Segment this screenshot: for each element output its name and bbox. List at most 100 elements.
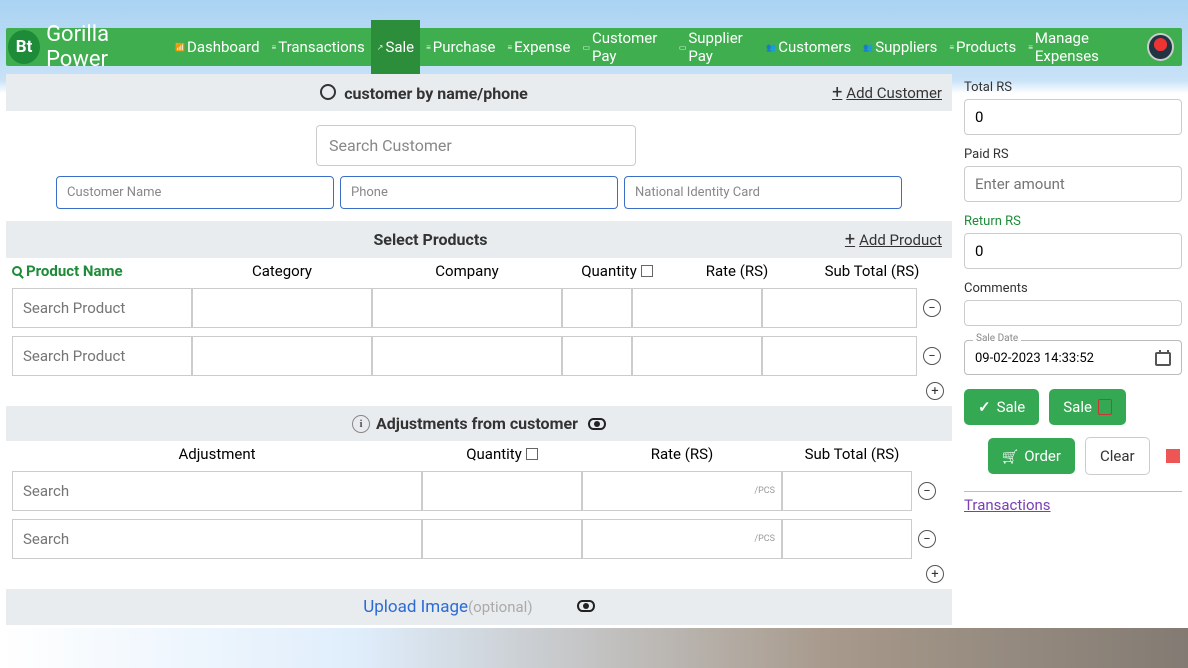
nav-suppliers[interactable]: 👥Suppliers: [857, 20, 943, 74]
search-icon: [12, 266, 22, 276]
total-label: Total RS: [964, 80, 1182, 95]
top-navbar: Bt Gorilla Power 📶Dashboard ≡Transaction…: [6, 28, 1182, 66]
product-row: −: [6, 284, 952, 332]
adjustment-rate-input[interactable]: [583, 472, 754, 510]
product-company-input[interactable]: [373, 289, 561, 327]
product-quantity-input[interactable]: [563, 289, 631, 327]
products-section-header: Select Products +Add Product: [6, 221, 952, 258]
paid-input[interactable]: [964, 166, 1182, 202]
col-rate: Rate (RS): [672, 262, 802, 280]
nav-customer-pay[interactable]: ▭Customer Pay: [576, 20, 672, 74]
calendar-icon[interactable]: [1155, 352, 1171, 366]
nav-sale[interactable]: ↗Sale: [371, 20, 420, 74]
adjustment-row: /PCS −: [6, 467, 952, 515]
adjustment-quantity-input[interactable]: [423, 472, 581, 510]
add-product-row-button[interactable]: +: [926, 382, 944, 400]
adjustment-quantity-input[interactable]: [423, 520, 581, 558]
product-quantity-input[interactable]: [563, 337, 631, 375]
clear-button[interactable]: Clear: [1085, 437, 1150, 475]
col-adj-rate: Rate (RS): [582, 445, 782, 463]
sale-date-field[interactable]: Sale Date 09-02-2023 14:33:52: [964, 340, 1182, 375]
upload-image-link[interactable]: Upload Image: [363, 597, 468, 617]
trend-icon: ↗: [377, 43, 384, 52]
list-icon: ≡: [949, 43, 954, 52]
plus-icon: +: [832, 82, 842, 103]
remove-row-button[interactable]: −: [923, 299, 941, 317]
search-customer-input[interactable]: [316, 125, 636, 166]
adjustment-rate-input[interactable]: [583, 520, 754, 558]
brand-title: Gorilla Power: [46, 22, 169, 72]
sale-date-legend: Sale Date: [973, 333, 1021, 344]
check-icon: [978, 398, 991, 416]
adjustment-search-input[interactable]: [13, 472, 421, 510]
avatar[interactable]: [1147, 33, 1174, 61]
sale-button[interactable]: Sale: [964, 389, 1039, 425]
customer-section-header: customer by name/phone +Add Customer: [6, 74, 952, 111]
eye-icon[interactable]: [577, 600, 595, 612]
unit-suffix: /PCS: [754, 534, 781, 544]
eye-icon[interactable]: [588, 418, 606, 430]
quantity-checkbox[interactable]: [526, 448, 538, 460]
product-subtotal-input[interactable]: [763, 337, 916, 375]
people-icon: 👥: [766, 43, 776, 52]
summary-panel: Total RS Paid RS Return RS Comments Sale…: [964, 74, 1182, 628]
list-icon: ≡: [1028, 43, 1033, 52]
total-input[interactable]: [964, 99, 1182, 135]
info-icon: i: [352, 415, 370, 433]
add-customer-link[interactable]: +Add Customer: [832, 82, 942, 103]
return-input[interactable]: [964, 233, 1182, 269]
box-icon: ▭: [679, 43, 687, 52]
transactions-link[interactable]: Transactions: [964, 496, 1182, 514]
customer-phone-input[interactable]: [340, 176, 618, 209]
remove-row-button[interactable]: −: [923, 347, 941, 365]
paid-label: Paid RS: [964, 147, 1182, 162]
nav-supplier-pay[interactable]: ▭Supplier Pay: [673, 20, 760, 74]
product-company-input[interactable]: [373, 337, 561, 375]
nav-manage-expenses[interactable]: ≡Manage Expenses: [1022, 20, 1139, 74]
product-rate-input[interactable]: [633, 289, 761, 327]
product-rate-input[interactable]: [633, 337, 761, 375]
adjustment-subtotal-input[interactable]: [783, 472, 911, 510]
product-search-input[interactable]: [13, 289, 191, 327]
adjustments-header-text: Adjustments from customer: [376, 414, 578, 433]
return-label: Return RS: [964, 214, 1182, 229]
list-icon: ≡: [272, 43, 277, 52]
bar-chart-icon: 📶: [175, 43, 185, 52]
add-product-link[interactable]: +Add Product: [845, 229, 942, 250]
col-adj-subtotal: Sub Total (RS): [782, 445, 922, 463]
main-nav: 📶Dashboard ≡Transactions ↗Sale ≡Purchase…: [169, 20, 1139, 74]
remove-row-button[interactable]: −: [918, 482, 936, 500]
col-subtotal: Sub Total (RS): [802, 262, 942, 280]
nav-dashboard[interactable]: 📶Dashboard: [169, 20, 266, 74]
quantity-checkbox[interactable]: [641, 265, 653, 277]
add-adjustment-row-button[interactable]: +: [926, 565, 944, 583]
comments-label: Comments: [964, 281, 1182, 296]
customer-nic-input[interactable]: [624, 176, 902, 209]
order-button[interactable]: Order: [988, 438, 1075, 474]
comments-input[interactable]: [964, 300, 1182, 326]
adjustment-subtotal-input[interactable]: [783, 520, 911, 558]
nav-transactions[interactable]: ≡Transactions: [266, 20, 371, 74]
nav-expense[interactable]: ≡Expense: [501, 20, 576, 74]
product-subtotal-input[interactable]: [763, 289, 916, 327]
nav-purchase[interactable]: ≡Purchase: [420, 20, 501, 74]
list-icon: ≡: [507, 43, 512, 52]
unit-suffix: /PCS: [754, 486, 781, 496]
customer-name-input[interactable]: [56, 176, 334, 209]
product-row: −: [6, 332, 952, 380]
brand-logo: Bt: [8, 30, 40, 64]
product-search-input[interactable]: [13, 337, 191, 375]
customer-header-text: customer by name/phone: [344, 84, 528, 103]
product-category-input[interactable]: [193, 289, 371, 327]
product-category-input[interactable]: [193, 337, 371, 375]
sale-date-value: 09-02-2023 14:33:52: [975, 351, 1094, 366]
products-header-text: Select Products: [16, 230, 845, 249]
list-icon: ≡: [426, 43, 431, 52]
col-adjustment: Adjustment: [12, 445, 422, 463]
sale-pdf-button[interactable]: Sale: [1049, 389, 1126, 425]
remove-row-button[interactable]: −: [918, 530, 936, 548]
nav-products[interactable]: ≡Products: [943, 20, 1022, 74]
adjustment-search-input[interactable]: [13, 520, 421, 558]
nav-customers[interactable]: 👥Customers: [760, 20, 857, 74]
plus-icon: +: [845, 229, 855, 250]
